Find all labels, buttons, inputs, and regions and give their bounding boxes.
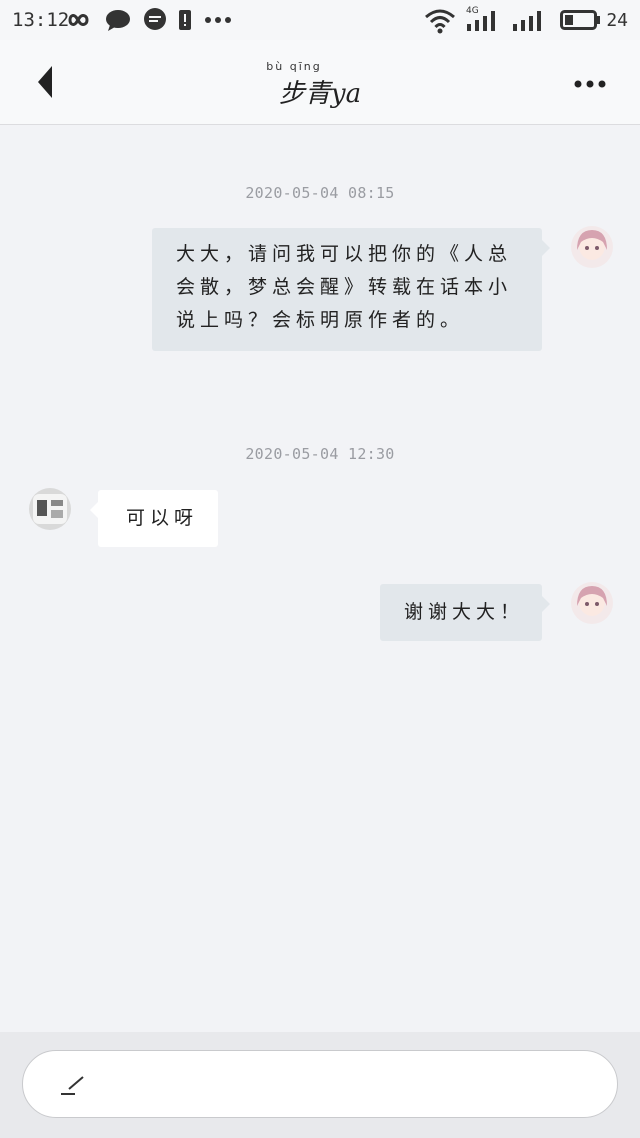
avatar-image [29,488,71,530]
avatar-image [571,226,613,268]
more-dots-icon [205,17,231,23]
battery-alert-icon [179,10,191,30]
self-avatar[interactable] [571,582,613,624]
message-timestamp: 2020-05-04 12:30 [245,445,395,463]
chat-header: bù qīng 步青ya [0,40,640,125]
message-bubble-other[interactable]: 可以呀 [90,490,218,547]
message-input[interactable] [22,1050,618,1118]
message-text: 可以呀 [126,507,199,529]
signal-icon [467,11,495,31]
wifi-icon [425,9,455,34]
message-bubble-self[interactable]: 大大，请问我可以把你的《人总会散，梦总会醒》转载在话本小说上吗？会标明原作者的。 [152,228,550,351]
message-text: 大大，请问我可以把你的《人总会散，梦总会醒》转载在话本小说上吗？会标明原作者的。 [176,243,513,331]
status-time: 13:12 [12,9,70,31]
avatar-image [571,582,613,624]
input-bar [0,1032,640,1138]
status-bar: 13:12 4G 24 [0,0,640,40]
more-icon[interactable] [570,72,610,96]
message-icon [144,8,166,30]
chat-title: bù qīng 步青ya [0,60,640,110]
contact-name: 步青ya [278,79,362,109]
message-timestamp: 2020-05-04 08:15 [245,184,395,202]
contact-avatar[interactable] [29,488,71,530]
chat-bubble-icon [106,10,130,31]
message-bubble-self[interactable]: 谢谢大大！ [380,584,550,641]
self-avatar[interactable] [571,226,613,268]
message-text: 谢谢大大！ [404,601,525,623]
signal-icon [513,11,541,31]
infinity-icon [68,14,89,26]
battery-level: 24 [606,10,628,31]
edit-icon [61,1076,84,1095]
title-pinyin: bù qīng [266,60,322,73]
battery-icon [560,10,600,30]
